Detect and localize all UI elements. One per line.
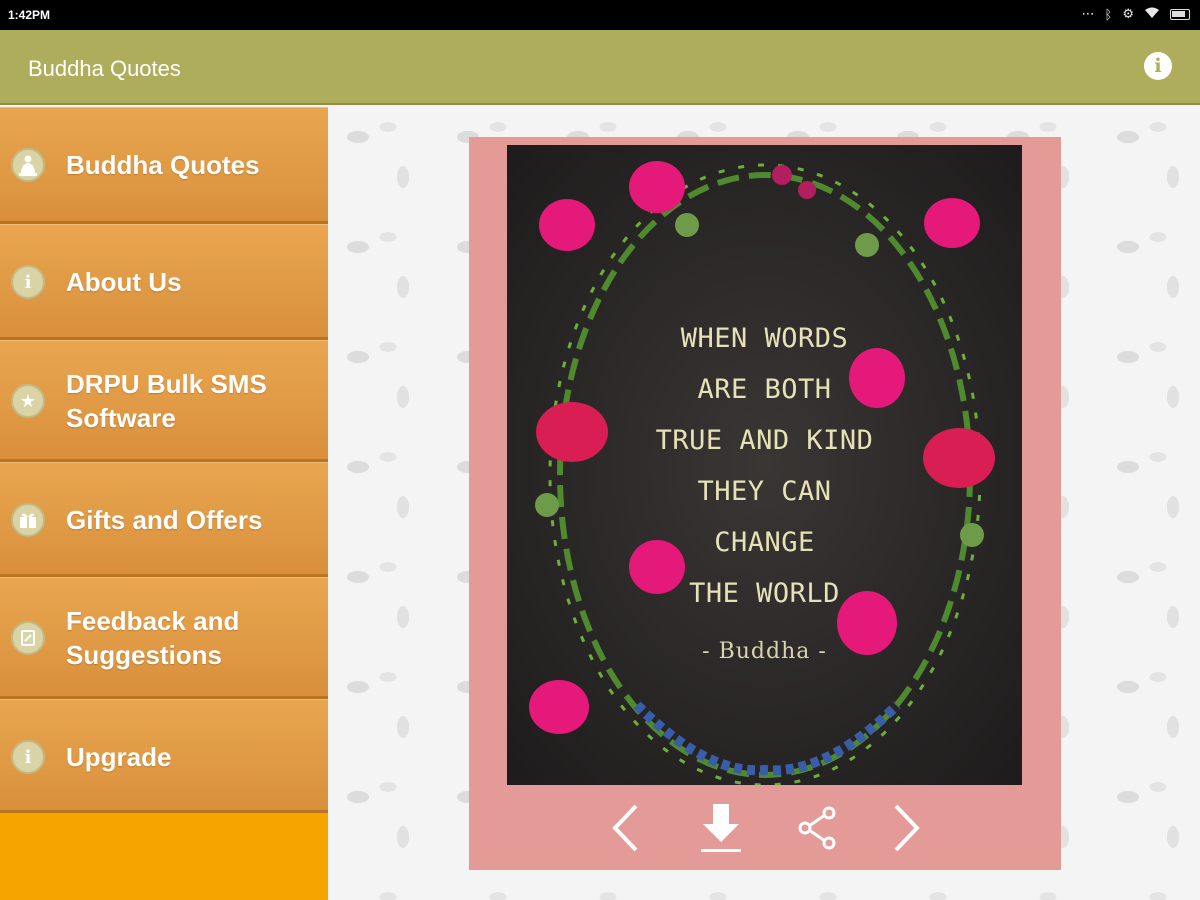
chevron-left-icon bbox=[612, 804, 638, 852]
info-icon: i bbox=[11, 265, 45, 299]
quote-line: TRUE AND KIND bbox=[655, 425, 874, 456]
next-button[interactable] bbox=[887, 800, 927, 856]
status-bar: 1:42PM ⋯ ᛒ ⚙ bbox=[0, 0, 1200, 30]
battery-icon bbox=[1170, 8, 1190, 20]
previous-button[interactable] bbox=[605, 800, 645, 856]
sidebar-item-label: Upgrade bbox=[66, 742, 172, 772]
download-button[interactable] bbox=[697, 800, 745, 856]
more-icon: ⋯ bbox=[1081, 6, 1095, 21]
sidebar: Buddha Quotes i About Us ★ DRPU Bulk SMS… bbox=[0, 107, 328, 900]
sidebar-item-gifts-offers[interactable]: Gifts and Offers bbox=[0, 462, 328, 577]
sidebar-item-label: DRPU Bulk SMS Software bbox=[66, 367, 267, 435]
sidebar-item-label: Feedback and Suggestions bbox=[66, 604, 239, 672]
sidebar-item-buddha-quotes[interactable]: Buddha Quotes bbox=[0, 107, 328, 224]
download-icon bbox=[701, 804, 741, 852]
star-icon: ★ bbox=[11, 384, 45, 418]
sidebar-item-drpu-bulk-sms[interactable]: ★ DRPU Bulk SMS Software bbox=[0, 340, 328, 462]
gift-icon bbox=[11, 503, 45, 537]
quote-line: WHEN WORDS bbox=[680, 323, 849, 354]
sidebar-item-label: About Us bbox=[66, 267, 182, 297]
quote-line: THEY CAN bbox=[697, 476, 832, 507]
buddha-icon bbox=[11, 148, 45, 182]
quote-line: ARE BOTH bbox=[697, 374, 832, 405]
content-area: WHEN WORDS ARE BOTH TRUE AND KIND THEY C… bbox=[328, 107, 1200, 900]
feedback-icon bbox=[11, 621, 45, 655]
chevron-right-icon bbox=[894, 804, 920, 852]
wifi-icon bbox=[1144, 7, 1160, 22]
image-toolbar bbox=[469, 800, 1061, 860]
sidebar-item-label-line1: DRPU Bulk SMS bbox=[66, 369, 267, 399]
sidebar-item-feedback[interactable]: Feedback and Suggestions bbox=[0, 577, 328, 699]
app-title: Buddha Quotes bbox=[28, 56, 181, 81]
quote-text: WHEN WORDS ARE BOTH TRUE AND KIND THEY C… bbox=[507, 313, 1022, 619]
quote-image[interactable]: WHEN WORDS ARE BOTH TRUE AND KIND THEY C… bbox=[507, 145, 1022, 785]
status-time: 1:42PM bbox=[8, 8, 51, 22]
bluetooth-icon: ᛒ bbox=[1104, 6, 1113, 22]
sidebar-item-label-line2: Software bbox=[66, 403, 176, 433]
quote-line: CHANGE bbox=[714, 527, 815, 558]
quote-author: - Buddha - bbox=[702, 639, 827, 664]
share-button[interactable] bbox=[795, 800, 839, 856]
app-bar: Buddha Quotes i bbox=[0, 30, 1200, 105]
sidebar-item-about-us[interactable]: i About Us bbox=[0, 224, 328, 340]
quote-line: THE WORLD bbox=[689, 578, 840, 609]
sidebar-item-label: Buddha Quotes bbox=[66, 150, 260, 180]
status-icons: ⋯ ᛒ ⚙ bbox=[1082, 6, 1190, 22]
settings-icon: ⚙ bbox=[1122, 6, 1134, 21]
sidebar-item-label-line2: Suggestions bbox=[66, 640, 223, 670]
share-icon bbox=[798, 806, 836, 850]
sidebar-item-label: Gifts and Offers bbox=[66, 505, 263, 535]
sidebar-item-label-line1: Feedback and bbox=[66, 606, 240, 636]
info-icon: i bbox=[11, 740, 45, 774]
quote-card: WHEN WORDS ARE BOTH TRUE AND KIND THEY C… bbox=[469, 137, 1061, 870]
sidebar-item-upgrade[interactable]: i Upgrade bbox=[0, 699, 328, 813]
info-icon[interactable]: i bbox=[1144, 52, 1172, 80]
